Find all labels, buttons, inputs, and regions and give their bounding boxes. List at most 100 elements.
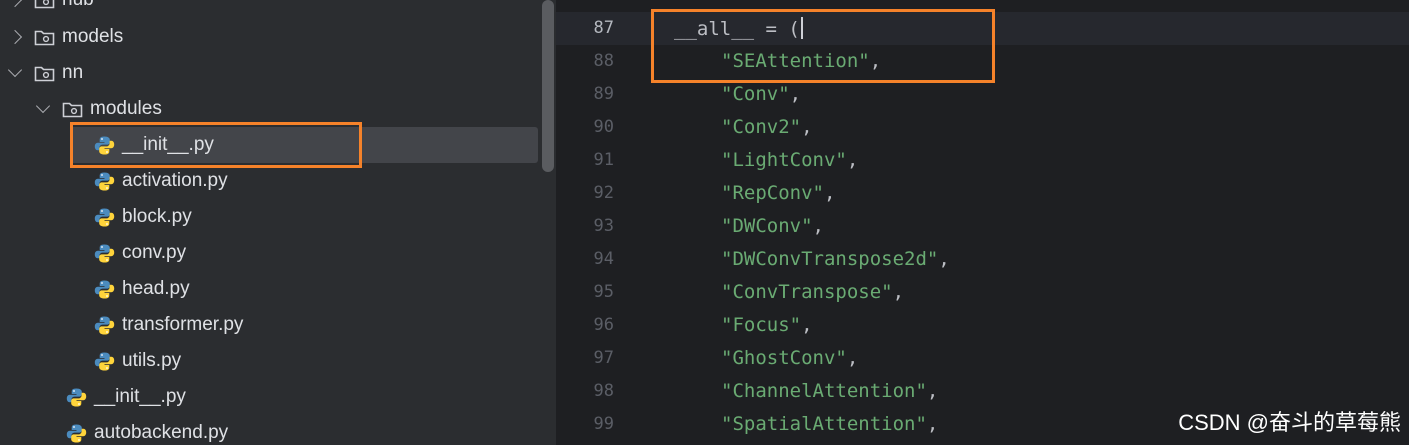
folder-icon bbox=[34, 64, 62, 82]
code-text: "Conv2", bbox=[721, 116, 813, 138]
line-number: 95 bbox=[593, 282, 614, 302]
string-literal: "Conv" bbox=[721, 83, 790, 105]
string-literal: "Focus" bbox=[721, 314, 802, 336]
code-text: "SEAttention", bbox=[721, 50, 881, 72]
tree-item-label: autobackend.py bbox=[94, 422, 229, 443]
code-text: "GhostConv", bbox=[721, 347, 858, 369]
tree-scrollbar[interactable] bbox=[542, 0, 554, 172]
code-text: "LightConv", bbox=[721, 149, 858, 171]
chevron-right-icon[interactable] bbox=[7, 29, 23, 45]
python-file-icon bbox=[94, 207, 122, 228]
string-literal: "RepConv" bbox=[721, 182, 824, 204]
code-editor[interactable]: 87 __all__ = (88 "SEAttention", 89 "Conv", 90… bbox=[556, 0, 1409, 445]
string-literal: "SEAttention" bbox=[721, 50, 870, 72]
chevron-down-icon[interactable] bbox=[7, 62, 23, 78]
string-literal: "GhostConv" bbox=[721, 347, 847, 369]
code-line[interactable]: 97 "GhostConv", bbox=[556, 342, 1409, 375]
code-line[interactable]: 98 "ChannelAttention", bbox=[556, 375, 1409, 408]
code-line[interactable]: 92 "RepConv", bbox=[556, 177, 1409, 210]
line-number: 94 bbox=[593, 249, 614, 269]
code-text: "ChannelAttention", bbox=[721, 380, 938, 402]
tree-file-item[interactable]: utils.py bbox=[0, 343, 540, 379]
tree-item-label: transformer.py bbox=[122, 314, 244, 335]
code-text: "DWConvTranspose2d", bbox=[721, 248, 950, 270]
string-literal: "ConvTranspose" bbox=[721, 281, 893, 303]
comma: , bbox=[869, 50, 882, 72]
tree-folder-models[interactable]: models bbox=[0, 19, 540, 55]
code-text: "Focus", bbox=[721, 314, 813, 336]
string-literal: "LightConv" bbox=[721, 149, 847, 171]
code-text: __all__ = ( bbox=[674, 17, 803, 40]
line-number: 98 bbox=[593, 381, 614, 401]
code-line[interactable]: 93 "DWConv", bbox=[556, 210, 1409, 243]
folder-icon bbox=[62, 100, 90, 118]
tree-file-item[interactable]: autobackend.py bbox=[0, 415, 540, 445]
folder-icon bbox=[34, 28, 62, 46]
tree-file-item[interactable]: transformer.py bbox=[0, 307, 540, 343]
python-file-icon bbox=[94, 315, 122, 336]
code-line[interactable]: 91 "LightConv", bbox=[556, 144, 1409, 177]
tree-item-label: nn bbox=[62, 62, 84, 83]
tree-item-label: __init__.py bbox=[122, 134, 214, 155]
tree-file-item[interactable]: head.py bbox=[0, 271, 540, 307]
tree-item-label: hub bbox=[62, 0, 94, 11]
tree-file-item[interactable]: block.py bbox=[0, 199, 540, 235]
code-text: "ConvTranspose", bbox=[721, 281, 904, 303]
tree-file-item[interactable]: __init__.py bbox=[70, 127, 538, 163]
tree-file-item[interactable]: __init__.py bbox=[0, 379, 540, 415]
tree-folder-hub[interactable]: hub bbox=[0, 0, 540, 18]
python-file-icon bbox=[94, 279, 122, 300]
comma: , bbox=[926, 413, 939, 435]
python-file-icon bbox=[66, 423, 94, 444]
chevron-right-icon[interactable] bbox=[7, 0, 23, 8]
tree-item-label: activation.py bbox=[122, 170, 228, 191]
string-literal: "DWConvTranspose2d" bbox=[721, 248, 939, 270]
line-number: 99 bbox=[593, 414, 614, 434]
tree-item-label: utils.py bbox=[122, 350, 182, 371]
comma: , bbox=[801, 116, 813, 138]
comma: , bbox=[823, 182, 836, 204]
code-line[interactable]: 89 "Conv", bbox=[556, 78, 1409, 111]
line-number: 92 bbox=[593, 183, 614, 203]
comma: , bbox=[846, 149, 859, 171]
watermark: CSDN @奋斗的草莓熊 bbox=[1178, 410, 1401, 435]
comma: , bbox=[926, 380, 939, 402]
line-number: 91 bbox=[593, 150, 614, 170]
code-line[interactable]: 87 __all__ = ( bbox=[556, 12, 1409, 45]
comma: , bbox=[892, 281, 905, 303]
code-line[interactable]: 96 "Focus", bbox=[556, 309, 1409, 342]
tree-item-label: block.py bbox=[122, 206, 192, 227]
tree-folder-modules[interactable]: modules bbox=[0, 91, 540, 127]
comma: , bbox=[812, 215, 824, 237]
tree-item-label: head.py bbox=[122, 278, 190, 299]
comma: , bbox=[846, 347, 859, 369]
code-line[interactable]: 88 "SEAttention", bbox=[556, 45, 1409, 78]
tree-file-item[interactable]: conv.py bbox=[0, 235, 540, 271]
line-number: 97 bbox=[593, 348, 614, 368]
code-line[interactable]: 95 "ConvTranspose", bbox=[556, 276, 1409, 309]
python-file-icon bbox=[94, 135, 122, 156]
project-tree-panel: hub models nn modules __init__.py activation.… bbox=[0, 0, 556, 445]
code-line[interactable]: 94 "DWConvTranspose2d", bbox=[556, 243, 1409, 276]
python-file-icon bbox=[94, 351, 122, 372]
tree-item-label: modules bbox=[90, 98, 162, 119]
chevron-down-icon[interactable] bbox=[35, 98, 51, 114]
tree-item-label: conv.py bbox=[122, 242, 187, 263]
tree-file-item[interactable]: activation.py bbox=[0, 163, 540, 199]
tree-folder-nn[interactable]: nn bbox=[0, 55, 540, 91]
line-number: 90 bbox=[593, 117, 614, 137]
code-text: "Conv", bbox=[721, 83, 801, 105]
code-line[interactable]: 90 "Conv2", bbox=[556, 111, 1409, 144]
tree-item-label: __init__.py bbox=[94, 386, 186, 407]
python-file-icon bbox=[66, 387, 94, 408]
line-number: 96 bbox=[593, 315, 614, 335]
comma: , bbox=[801, 314, 813, 336]
all-declaration: __all__ = ( bbox=[674, 18, 800, 40]
line-number: 87 bbox=[593, 18, 614, 38]
line-number: 88 bbox=[593, 51, 614, 71]
python-file-icon bbox=[94, 171, 122, 192]
string-literal: "ChannelAttention" bbox=[721, 380, 927, 402]
string-literal: "SpatialAttention" bbox=[721, 413, 927, 435]
tree-item-label: models bbox=[62, 26, 124, 47]
code-text: "SpatialAttention", bbox=[721, 413, 938, 435]
